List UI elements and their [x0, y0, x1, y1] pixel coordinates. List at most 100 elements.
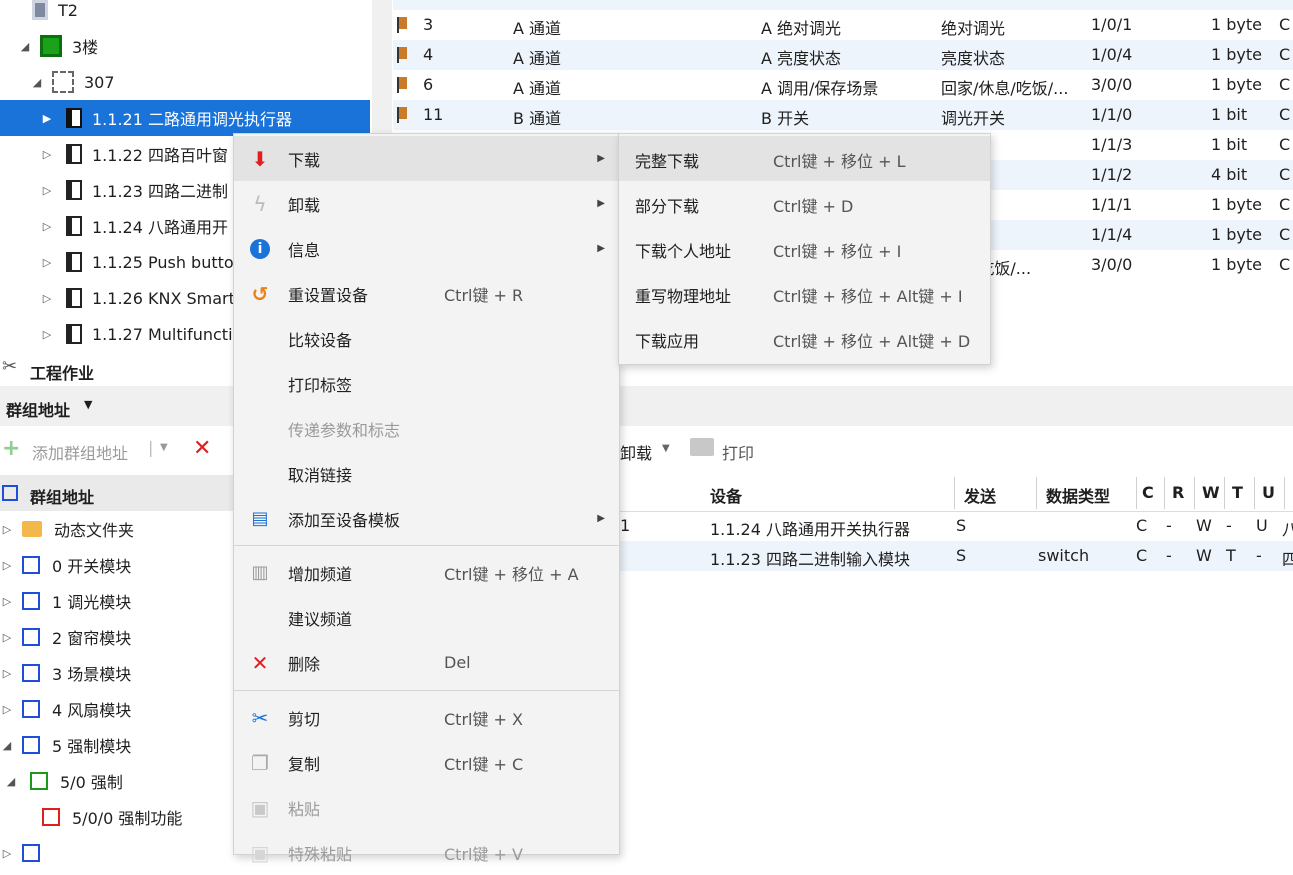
column-header-t[interactable]: T — [1232, 483, 1243, 502]
expand-arrow-icon[interactable]: ▷ — [40, 184, 54, 197]
column-separator[interactable] — [1224, 477, 1225, 509]
expand-arrow-icon[interactable]: ▷ — [0, 667, 14, 680]
column-separator[interactable] — [1164, 477, 1165, 509]
menu-item-paste[interactable]: ▣ 粘贴 — [234, 785, 619, 830]
table-row[interactable]: 1.1.23 四路二进制输入模块 S switch C - W T - 四 — [618, 541, 1293, 571]
expand-arrow-icon[interactable]: ▷ — [0, 631, 14, 644]
column-separator[interactable] — [1136, 477, 1137, 509]
tree-item-building[interactable]: T2 — [0, 0, 370, 28]
expand-arrow-icon[interactable]: ◢ — [30, 76, 44, 89]
menu-item-info[interactable]: i 信息 ▶ — [234, 226, 619, 271]
table-row-partial[interactable] — [393, 0, 1293, 10]
column-header-u[interactable]: U — [1262, 483, 1275, 502]
submenu-item-download-individual-address[interactable]: 下载个人地址 Ctrl键 + 移位 + I — [619, 226, 990, 271]
group-item-label: 4 风扇模块 — [52, 701, 132, 720]
table-row[interactable]: 1 1.1.24 八路通用开关执行器 S C - W - U 八 — [618, 511, 1293, 541]
menu-item-label: 比较设备 — [288, 330, 353, 350]
menu-item-compare-device[interactable]: 比较设备 — [234, 316, 619, 361]
menu-item-print-label[interactable]: 打印标签 — [234, 361, 619, 406]
expand-arrow-icon[interactable]: ▷ — [0, 703, 14, 716]
column-header-send[interactable]: 发送 — [964, 483, 996, 507]
add-group-address-button[interactable]: 添加群组地址 — [32, 440, 128, 464]
chevron-down-icon[interactable]: ▼ — [160, 442, 168, 453]
menu-shortcut: Ctrl键 + R — [444, 285, 524, 305]
menu-shortcut: Ctrl键 + V — [444, 844, 523, 864]
cell-c: C — [1136, 546, 1148, 565]
column-separator[interactable] — [954, 477, 955, 509]
reset-icon: ↺ — [251, 281, 269, 306]
menu-item-download[interactable]: ⬇ 下载 ▶ — [234, 136, 619, 181]
cell-addr: 1/1/3 — [1091, 135, 1133, 154]
menu-item-suggest-channel[interactable]: 建议频道 — [234, 595, 619, 640]
tree-item-label: 3楼 — [72, 38, 99, 57]
column-header-datatype[interactable]: 数据类型 — [1046, 483, 1110, 507]
column-separator[interactable] — [1254, 477, 1255, 509]
tree-item-floor[interactable]: ◢ 3楼 — [0, 28, 370, 64]
chevron-down-icon[interactable]: ▼ — [84, 398, 92, 411]
cell-size: 1 byte — [1211, 15, 1263, 34]
column-header-device[interactable]: 设备 — [710, 483, 742, 507]
expand-arrow-icon[interactable]: ◢ — [0, 739, 14, 752]
tree-item-room[interactable]: ◢ 307 — [0, 64, 370, 100]
menu-item-reset-device[interactable]: ↺ 重设置设备 Ctrl键 + R — [234, 271, 619, 316]
column-separator[interactable] — [1194, 477, 1195, 509]
expand-arrow-icon[interactable]: ◢ — [4, 775, 18, 788]
menu-item-add-channel[interactable]: ▥ 增加频道 Ctrl键 + 移位 + A — [234, 550, 619, 595]
table-row[interactable]: 4 A 通道 A 亮度状态 亮度状态 1/0/4 1 byte C — [393, 40, 1293, 70]
menu-item-delete[interactable]: ✕ 删除 Del — [234, 640, 619, 685]
group-item-label: 2 窗帘模块 — [52, 629, 132, 648]
cell-addr: 1/0/4 — [1091, 45, 1133, 64]
submenu-item-partial-download[interactable]: 部分下载 Ctrl键 + D — [619, 181, 990, 226]
group-item-label: 动态文件夹 — [54, 521, 135, 540]
menu-item-transfer-params[interactable]: 传递参数和标志 — [234, 406, 619, 451]
print-button[interactable]: 打印 — [722, 440, 754, 464]
column-header-c[interactable]: C — [1142, 483, 1154, 502]
tree-item-label: 1.1.21 二路通用调光执行器 — [92, 110, 292, 129]
cell-size: 1 bit — [1211, 105, 1248, 124]
cell-w: W — [1196, 516, 1212, 535]
expand-arrow-icon[interactable]: ▷ — [0, 595, 14, 608]
menu-item-copy[interactable]: ❐ 复制 Ctrl键 + C — [234, 740, 619, 785]
template-icon: ▤ — [251, 508, 269, 529]
group-address-dropdown[interactable]: 群组地址 — [6, 397, 70, 421]
project-work-title: 工程作业 — [30, 364, 95, 383]
column-header-w[interactable]: W — [1202, 483, 1220, 502]
menu-shortcut: Ctrl键 + 移位 + I — [773, 242, 902, 261]
cell-size: 1 byte — [1211, 75, 1263, 94]
expand-arrow-icon[interactable]: ▷ — [0, 847, 14, 860]
cell-r: - — [1166, 546, 1172, 565]
column-separator[interactable] — [1284, 477, 1285, 509]
expand-arrow-icon[interactable]: ▷ — [40, 148, 54, 161]
expand-arrow-icon[interactable]: ▷ — [40, 292, 54, 305]
menu-item-label: 传递参数和标志 — [288, 420, 401, 440]
chevron-down-icon[interactable]: ▼ — [662, 443, 670, 454]
cell-addr: 1/1/1 — [1091, 195, 1133, 214]
submenu-item-full-download[interactable]: 完整下载 Ctrl键 + 移位 + L — [619, 136, 990, 181]
expand-arrow-icon[interactable]: ▷ — [0, 559, 14, 572]
delete-icon[interactable]: ✕ — [193, 436, 211, 461]
column-separator[interactable] — [1036, 477, 1037, 509]
expand-arrow-icon[interactable]: ▷ — [40, 328, 54, 341]
menu-item-unload[interactable]: ϟ 卸载 ▶ — [234, 181, 619, 226]
unload-button[interactable]: 卸载 — [620, 440, 652, 464]
table-row[interactable]: 6 A 通道 A 调用/保存场景 回家/休息/吃饭/... 3/0/0 1 byte C — [393, 70, 1293, 100]
cell-size: 4 bit — [1211, 165, 1248, 184]
menu-item-cut[interactable]: ✂ 剪切 Ctrl键 + X — [234, 695, 619, 740]
column-header-r[interactable]: R — [1172, 483, 1184, 502]
menu-item-unlink[interactable]: 取消链接 — [234, 451, 619, 496]
menu-item-paste-special[interactable]: ▣ 特殊粘贴 Ctrl键 + V — [234, 830, 619, 875]
expand-arrow-icon[interactable]: ▶ — [40, 112, 54, 125]
cell-num: 3 — [423, 15, 434, 34]
submenu-item-overwrite-physical-address[interactable]: 重写物理地址 Ctrl键 + 移位 + Alt键 + I — [619, 271, 990, 316]
menu-item-label: 打印标签 — [288, 375, 353, 395]
expand-arrow-icon[interactable]: ▷ — [0, 523, 14, 536]
group-tree: ▷ 动态文件夹 ▷ 0 开关模块 ▷ 1 调光模块 ▷ 2 窗帘模块 ▷ 3 场… — [0, 511, 240, 862]
table-row[interactable]: 3 A 通道 A 绝对调光 绝对调光 1/0/1 1 byte C — [393, 10, 1293, 40]
expand-arrow-icon[interactable]: ◢ — [18, 40, 32, 53]
expand-arrow-icon[interactable]: ▷ — [40, 220, 54, 233]
expand-arrow-icon[interactable]: ▷ — [40, 256, 54, 269]
tree-item-device-1121[interactable]: ▶ 1.1.21 二路通用调光执行器 — [0, 100, 370, 136]
submenu-item-download-application[interactable]: 下载应用 Ctrl键 + 移位 + Alt键 + D — [619, 316, 990, 361]
table-row[interactable]: 11 B 通道 B 开关 调光开关 1/1/0 1 bit C — [393, 100, 1293, 130]
menu-item-add-template[interactable]: ▤ 添加至设备模板 ▶ — [234, 496, 619, 541]
